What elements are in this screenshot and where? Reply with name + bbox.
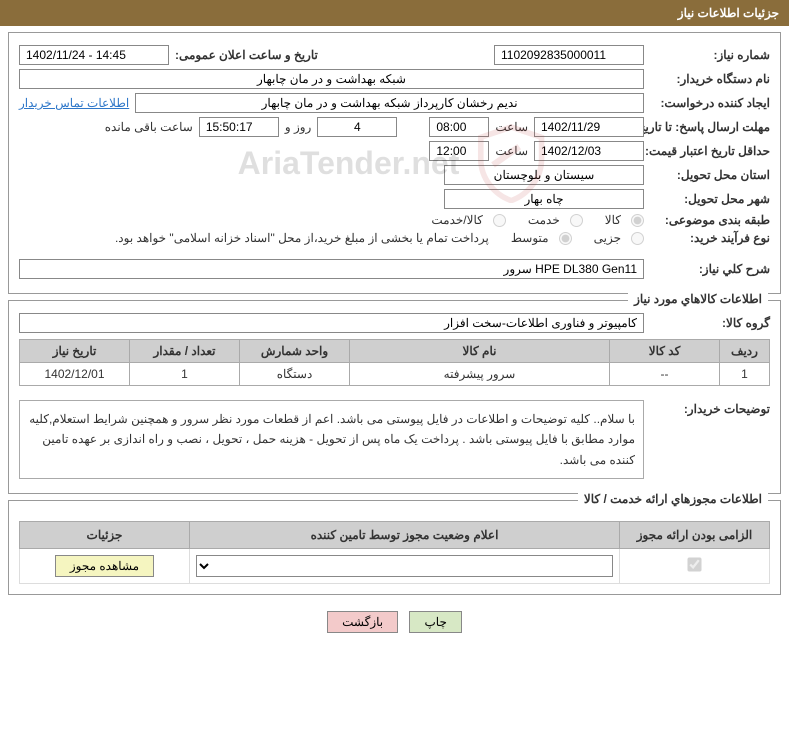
cell-code: -- (610, 363, 720, 386)
goods-section: اطلاعات کالاهاي مورد نیاز گروه کالا: ردی… (8, 300, 781, 494)
required-checkbox (687, 558, 701, 572)
city-label: شهر محل تحویل: (650, 192, 770, 206)
deadline-date-field (534, 117, 644, 137)
radio-jozee (631, 232, 644, 245)
col-date: تاریخ نیاز (20, 340, 130, 363)
radio-kala-khadamat (493, 214, 506, 227)
process-note: پرداخت تمام یا بخشی از مبلغ خرید،از محل … (19, 231, 489, 245)
goods-table: ردیف کد کالا نام کالا واحد شمارش تعداد /… (19, 339, 770, 386)
days-remain-field (317, 117, 397, 137)
buyer-notes-text: با سلام.. کلیه توضیحات و اطلاعات در فایل… (19, 400, 644, 479)
group-field (19, 313, 644, 333)
group-label: گروه کالا: (650, 316, 770, 330)
requestor-field (135, 93, 644, 113)
validity-time-field (429, 141, 489, 161)
col-idx: ردیف (720, 340, 770, 363)
province-field (444, 165, 644, 185)
radio-khadamat (570, 214, 583, 227)
lic-col-status: اعلام وضعیت مجوز توسط تامین کننده (190, 522, 620, 549)
announce-label: تاریخ و ساعت اعلان عمومی: (175, 48, 318, 62)
announce-value-field (19, 45, 169, 65)
cell-qty: 1 (130, 363, 240, 386)
deadline-label: مهلت ارسال پاسخ: تا تاریخ: (650, 120, 770, 134)
col-qty: تعداد / مقدار (130, 340, 240, 363)
deadline-time-field (429, 117, 489, 137)
col-code: کد کالا (610, 340, 720, 363)
summary-field (19, 259, 644, 279)
buyer-org-field (19, 69, 644, 89)
cell-unit: دستگاه (240, 363, 350, 386)
table-row: 1 -- سرور پیشرفته دستگاه 1 1402/12/01 (20, 363, 770, 386)
cell-date: 1402/12/01 (20, 363, 130, 386)
validity-label: حداقل تاریخ اعتبار قیمت: تا تاریخ: (650, 144, 770, 158)
subject-cat-label: طبقه بندی موضوعی: (650, 213, 770, 227)
col-name: نام کالا (350, 340, 610, 363)
page-header: جزئیات اطلاعات نیاز (0, 0, 789, 26)
summary-label: شرح کلي نیاز: (650, 262, 770, 276)
radio-motavaset-label: متوسط (511, 231, 549, 245)
view-license-button[interactable]: مشاهده مجوز (55, 555, 154, 577)
cell-idx: 1 (720, 363, 770, 386)
process-type-label: نوع فرآیند خرید: (650, 231, 770, 245)
radio-motavaset (559, 232, 572, 245)
radio-jozee-label: جزیی (594, 231, 621, 245)
footer-buttons: چاپ بازگشت (0, 601, 789, 651)
license-table: الزامی بودن ارائه مجوز اعلام وضعیت مجوز … (19, 521, 770, 584)
cell-name: سرور پیشرفته (350, 363, 610, 386)
licenses-section-title: اطلاعات مجوزهاي ارائه خدمت / کالا (578, 492, 768, 506)
need-number-label: شماره نیاز: (650, 48, 770, 62)
need-number-field (494, 45, 644, 65)
buyer-notes-label: توضیحات خریدار: (650, 394, 770, 416)
back-button[interactable]: بازگشت (327, 611, 398, 633)
goods-section-title: اطلاعات کالاهاي مورد نیاز (628, 292, 768, 306)
status-select[interactable] (196, 555, 613, 577)
print-button[interactable]: چاپ (409, 611, 461, 633)
days-word: روز و (285, 120, 312, 134)
main-section: AriaTender.net شماره نیاز: تاریخ و ساعت … (8, 32, 781, 294)
province-label: استان محل تحویل: (650, 168, 770, 182)
col-unit: واحد شمارش (240, 340, 350, 363)
time-remain-field (199, 117, 279, 137)
lic-col-required: الزامی بودن ارائه مجوز (620, 522, 770, 549)
requestor-label: ایجاد کننده درخواست: (650, 96, 770, 110)
time-word-1: ساعت (495, 120, 528, 134)
lic-col-details: جزئیات (20, 522, 190, 549)
radio-khadamat-label: خدمت (528, 213, 560, 227)
page-title: جزئیات اطلاعات نیاز (678, 6, 779, 20)
radio-kala-khadamat-label: کالا/خدمت (431, 213, 482, 227)
license-row: مشاهده مجوز (20, 549, 770, 584)
remain-word: ساعت باقی مانده (105, 120, 193, 134)
buyer-org-label: نام دستگاه خریدار: (650, 72, 770, 86)
time-word-2: ساعت (495, 144, 528, 158)
radio-kala-label: کالا (605, 213, 621, 227)
radio-kala (631, 214, 644, 227)
licenses-section: اطلاعات مجوزهاي ارائه خدمت / کالا الزامی… (8, 500, 781, 595)
city-field (444, 189, 644, 209)
contact-link[interactable]: اطلاعات تماس خریدار (19, 96, 129, 110)
validity-date-field (534, 141, 644, 161)
